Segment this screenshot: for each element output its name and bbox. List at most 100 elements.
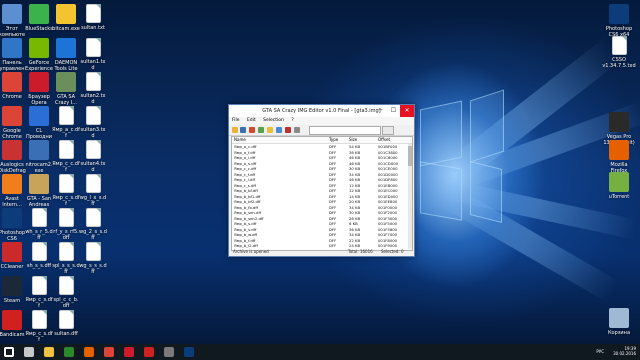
desktop-icon[interactable]: Photoshop CS6 x64 [602, 4, 636, 38]
desktop-icon[interactable]: sultan4.txd [79, 140, 107, 173]
ccleaner-icon [2, 242, 22, 262]
desktop-icon[interactable]: Auslogics DiskDefrag [0, 140, 26, 174]
column-offset[interactable]: Offset [378, 137, 390, 143]
desktop-icon-label: wg_s_s_s.dff [79, 263, 107, 275]
desktop-icon-label: Google Chrome [2, 128, 22, 140]
desktop-icon[interactable]: sultan.dff [52, 310, 80, 337]
vertical-scrollbar[interactable] [408, 144, 412, 249]
record-icon[interactable] [144, 347, 154, 357]
menu-selection[interactable]: Selection [263, 118, 284, 123]
desktop-icon[interactable]: Ямр_c_s.dff [52, 174, 80, 207]
task-view-icon[interactable] [24, 347, 34, 357]
system-tray[interactable]: РУС 19:39 30.02.2016 [596, 346, 636, 356]
img-editor-window[interactable]: GTA SA Crazy IMG Editor v1.0 Final - [gt… [228, 104, 415, 257]
search-button[interactable] [382, 126, 394, 135]
desktop-icon[interactable]: Bandicam [0, 310, 26, 338]
desktop-icon[interactable]: Avast Intern... [0, 174, 26, 208]
close-archive-icon[interactable] [249, 127, 255, 133]
menu-help[interactable]: ? [291, 118, 293, 123]
desktop-icon[interactable]: CCleaner [0, 242, 26, 270]
desktop-icon[interactable]: uTorrent [602, 172, 636, 200]
file-icon [85, 4, 101, 23]
store-icon[interactable] [64, 347, 74, 357]
desktop-icon[interactable]: sultan1.txd [79, 38, 107, 71]
close-button[interactable]: ✕ [400, 105, 414, 117]
minimize-button[interactable]: ─ [375, 105, 386, 117]
open-folder-icon[interactable] [232, 127, 238, 133]
explorer-icon[interactable] [44, 347, 54, 357]
desktop-icon-label: BlueStacks [25, 26, 53, 32]
desktop-icon[interactable]: Google Chrome [0, 106, 26, 140]
scrollbar-thumb[interactable] [408, 146, 412, 166]
exe-icon [56, 4, 76, 24]
desktop-icon-label: Avast Intern... [2, 196, 22, 208]
search-input[interactable] [309, 126, 381, 135]
img-tool-icon [56, 72, 76, 92]
desktop-icon[interactable]: Ямр_c_c.dff [52, 140, 80, 173]
desktop-icon-label: Ямр_c_c.dff [52, 161, 80, 173]
clock-date[interactable]: 30.02.2016 [613, 351, 636, 356]
desktop-icon-label: Браузер Opera [28, 94, 50, 106]
save-icon[interactable] [240, 127, 246, 133]
desktop-icon-label: wg_l_x_s.dff [79, 195, 107, 207]
desktop-icon[interactable]: Chrome [0, 72, 26, 100]
desktop-icon[interactable]: spl_c_c_b.dff [52, 276, 80, 309]
column-name[interactable]: Name [234, 137, 246, 143]
chrome-icon[interactable] [104, 347, 114, 357]
desktop-icon[interactable]: bitcam.exe [52, 4, 80, 32]
file-icon [31, 276, 47, 295]
desktop-icon[interactable]: GTA SA Crazy I... [52, 72, 80, 106]
start-icon[interactable] [4, 347, 14, 357]
desktop-icon[interactable]: spl_s_s_s.dff [52, 242, 80, 275]
desktop-icon[interactable]: Браузер Opera [25, 72, 53, 106]
replace-icon[interactable] [276, 127, 282, 133]
desktop-icon[interactable]: wg_s_s_s.dff [79, 242, 107, 275]
desktop-icon[interactable]: Ямр_c_s.dff [25, 310, 53, 343]
desktop-icon[interactable]: GeForce Experience [25, 38, 53, 72]
table-row[interactable]: Ямр_b_l2.dff DFF 24 KB 001F9000 [232, 243, 412, 249]
menu-edit[interactable]: Edit [247, 118, 256, 123]
desktop-icon[interactable]: Steam [0, 276, 26, 304]
file-list[interactable]: Name Type Size Offset Ямр_a_c.dff DFF 54 K… [231, 136, 413, 251]
import-icon[interactable] [258, 127, 264, 133]
opera-icon[interactable] [124, 347, 134, 357]
firefox-icon[interactable] [84, 347, 94, 357]
desktop-icon[interactable]: GTA - San Andreas [25, 174, 53, 208]
rebuild-icon[interactable] [294, 127, 300, 133]
desktop-icon[interactable]: Mozilla Firefox [602, 140, 636, 174]
utorrent-icon [609, 172, 629, 192]
desktop-icon[interactable]: Ямр_a_c.dff [52, 106, 80, 139]
menu-file[interactable]: File [232, 118, 240, 123]
desktop-icon[interactable]: sultan3.txd [79, 106, 107, 139]
desktop-icon[interactable]: wh_s_r_5.dff [25, 208, 53, 241]
export-icon[interactable] [267, 127, 273, 133]
maximize-button[interactable]: ☐ [388, 105, 399, 117]
desktop-icon[interactable]: BlueStacks [25, 4, 53, 32]
window-titlebar[interactable]: GTA SA Crazy IMG Editor v1.0 Final - [gt… [229, 105, 414, 117]
language-indicator[interactable]: РУС [596, 349, 604, 354]
photoshop-icon[interactable] [184, 347, 194, 357]
desktop-icon-label: GTA SA Crazy I... [54, 94, 78, 106]
wallpaper-glass-panel [470, 161, 502, 223]
column-type[interactable]: Type [329, 137, 338, 143]
desktop-icon[interactable]: DAEMON Tools Lite [52, 38, 80, 72]
desktop-icon[interactable]: wg_2_s_s.dff [79, 208, 107, 241]
desktop-icon[interactable]: wg_l_x_s.dff [79, 174, 107, 207]
img-tool-icon[interactable] [164, 347, 174, 357]
desktop-icon[interactable]: Корзина [602, 308, 636, 336]
desktop-icon[interactable]: Ямр_c_s.dff [25, 276, 53, 309]
desktop-icon[interactable]: sultan.txt [79, 4, 107, 31]
desktop-icon-label: sultan2.txd [80, 93, 106, 105]
file-icon [85, 242, 101, 261]
desktop-icon[interactable]: CSSO v1.34.7.5.txd [602, 36, 636, 69]
photoshop-icon [609, 4, 629, 24]
cell-type: DFF [329, 243, 337, 248]
desktop-icon[interactable]: rf_y_s_rf5.dff [52, 208, 80, 241]
desktop-icon[interactable]: Photoshop CS6 [0, 208, 26, 242]
delete-icon[interactable] [285, 127, 291, 133]
column-size[interactable]: Size [349, 137, 357, 143]
desktop-icon[interactable]: sultan2.txd [79, 72, 107, 105]
desktop-icon[interactable]: sh_s_s.dff [25, 242, 53, 269]
desktop-icon-label: Ямр_c_s.dff [52, 195, 80, 207]
desktop-icon[interactable]: nitrocam2.exe [25, 140, 53, 174]
